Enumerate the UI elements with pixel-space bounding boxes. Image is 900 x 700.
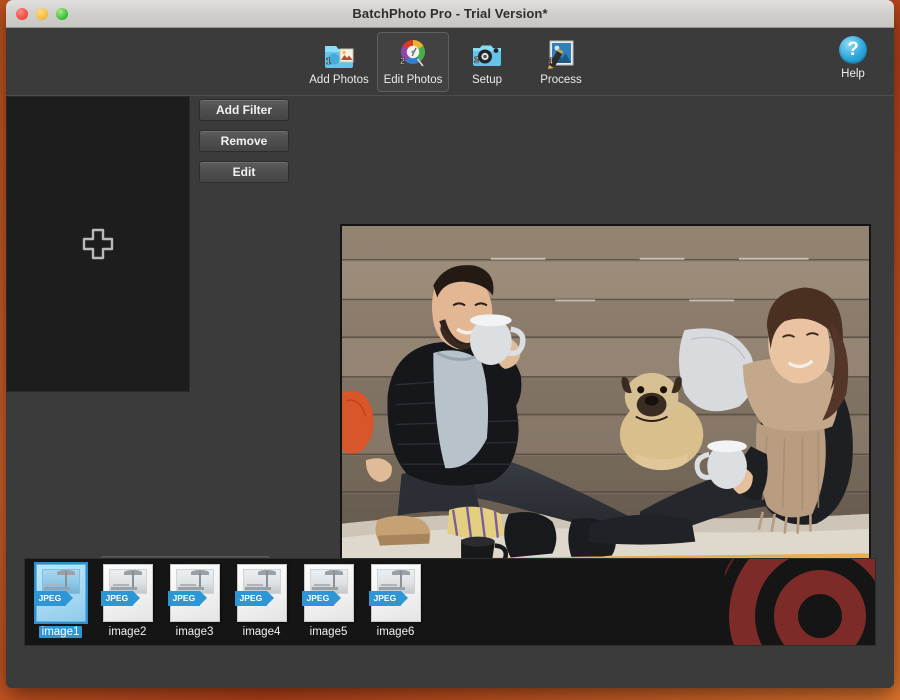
thumbnail-item-image2[interactable]: JPEG image2: [99, 564, 156, 638]
concentric-rings-watermark: [701, 559, 875, 645]
add-photos-icon: 1: [321, 37, 357, 71]
file-sheet-icon: JPEG: [167, 564, 220, 622]
file-sheet-icon: JPEG: [301, 564, 354, 622]
file-sheet-icon: JPEG: [100, 564, 153, 622]
window-controls: [16, 7, 68, 20]
hill-shape-near: [43, 587, 70, 590]
help-button[interactable]: ? Help: [826, 36, 880, 80]
toolbar-item-add-photos[interactable]: 1 Add Photos: [303, 32, 375, 92]
window-footer: [6, 652, 894, 688]
svg-text:4: 4: [548, 56, 553, 66]
file-sheet-icon: JPEG: [368, 564, 421, 622]
format-badge: JPEG: [368, 591, 408, 606]
thumbnail-item-image4[interactable]: JPEG image4: [233, 564, 290, 638]
thumbnail-item-image1[interactable]: JPEG image1: [32, 564, 89, 638]
toolbar-label: Setup: [471, 73, 503, 86]
setup-icon: 3: [469, 37, 505, 71]
thumbnail-label: image6: [376, 626, 415, 638]
process-icon: 4: [543, 37, 579, 71]
filter-list-panel[interactable]: [6, 96, 190, 392]
svg-text:3: 3: [474, 55, 479, 65]
hill-shape-near: [177, 587, 204, 590]
toolbar-item-setup[interactable]: 3 Setup: [451, 32, 523, 92]
close-button[interactable]: [16, 7, 28, 20]
toolbar-label: Process: [540, 73, 582, 86]
main-content: Add Filter Remove Edit Preset Keep Uncha…: [6, 96, 894, 634]
thumbnail-list: JPEG image1 JPEG image2 JPEG image3 JPEG…: [32, 564, 424, 638]
svg-text:2: 2: [400, 56, 405, 66]
tree-trunk-shape: [198, 571, 201, 588]
file-sheet-icon: JPEG: [33, 564, 86, 622]
help-label: Help: [841, 68, 865, 80]
hill-shape-far: [45, 584, 62, 586]
filter-actions: Add Filter Remove Edit: [199, 99, 289, 183]
hill-shape-far: [112, 584, 129, 586]
main-toolbar: 1 Add Photos 2 Edit Photos 3 Setup 4 Pro…: [6, 28, 894, 96]
toolbar-label: Add Photos: [309, 73, 369, 86]
svg-text:1: 1: [326, 56, 331, 66]
tree-trunk-shape: [399, 571, 402, 588]
photo-preview-frame[interactable]: [340, 224, 871, 593]
hill-shape-near: [110, 587, 137, 590]
tree-trunk-shape: [332, 571, 335, 588]
thumbnail-item-image3[interactable]: JPEG image3: [166, 564, 223, 638]
help-icon: ?: [839, 36, 867, 64]
thumbnail-label: image4: [242, 626, 281, 638]
tree-trunk-shape: [131, 571, 134, 588]
hill-shape-far: [380, 584, 397, 586]
preview-photo: [342, 226, 869, 591]
format-badge: JPEG: [33, 591, 73, 606]
add-filter-button[interactable]: Add Filter: [199, 99, 289, 121]
app-window: BatchPhoto Pro - Trial Version* 1 Add Ph…: [6, 0, 894, 688]
window-title: BatchPhoto Pro - Trial Version*: [352, 6, 548, 21]
thumbnail-label: image3: [175, 626, 214, 638]
format-badge: JPEG: [100, 591, 140, 606]
thumbnail-label: image5: [309, 626, 348, 638]
file-sheet-icon: JPEG: [234, 564, 287, 622]
hill-shape-near: [244, 587, 271, 590]
tree-trunk-shape: [265, 571, 268, 588]
thumbnail-strip[interactable]: JPEG image1 JPEG image2 JPEG image3 JPEG…: [24, 558, 876, 646]
edit-photos-icon: 2: [395, 37, 431, 71]
thumbnail-item-image6[interactable]: JPEG image6: [367, 564, 424, 638]
hill-shape-near: [378, 587, 405, 590]
thumbnail-label: image1: [38, 626, 83, 638]
format-badge: JPEG: [167, 591, 207, 606]
thumbnail-item-image5[interactable]: JPEG image5: [300, 564, 357, 638]
hill-shape-near: [311, 587, 338, 590]
format-badge: JPEG: [234, 591, 274, 606]
toolbar-item-process[interactable]: 4 Process: [525, 32, 597, 92]
hill-shape-far: [246, 584, 263, 586]
plus-icon: [81, 227, 115, 261]
title-bar: BatchPhoto Pro - Trial Version*: [6, 0, 894, 28]
edit-filter-button[interactable]: Edit: [199, 161, 289, 183]
toolbar-label: Edit Photos: [383, 73, 443, 86]
thumbnail-label: image2: [108, 626, 147, 638]
hill-shape-far: [179, 584, 196, 586]
remove-filter-button[interactable]: Remove: [199, 130, 289, 152]
format-badge: JPEG: [301, 591, 341, 606]
tree-trunk-shape: [64, 571, 67, 588]
maximize-button[interactable]: [56, 7, 68, 20]
hill-shape-far: [313, 584, 330, 586]
toolbar-item-edit-photos[interactable]: 2 Edit Photos: [377, 31, 449, 92]
minimize-button[interactable]: [36, 7, 48, 20]
